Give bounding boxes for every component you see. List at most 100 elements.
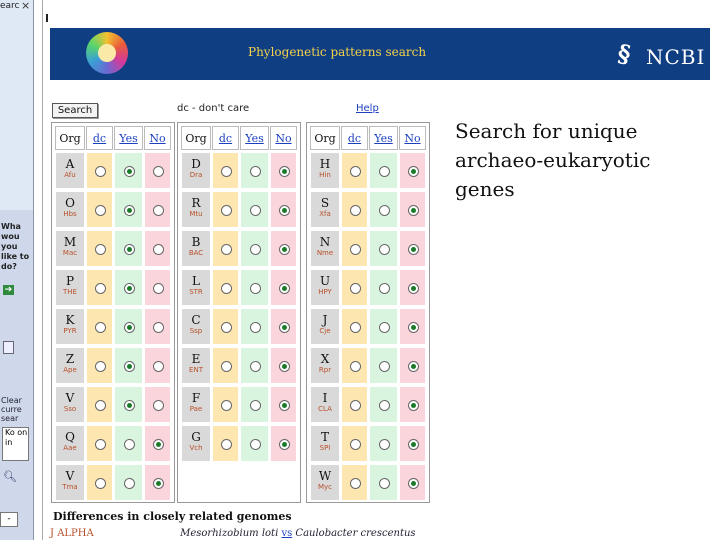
yes-radio[interactable] bbox=[249, 360, 261, 372]
dc-radio[interactable] bbox=[349, 243, 361, 255]
no-radio[interactable] bbox=[278, 321, 290, 333]
dc-radio[interactable] bbox=[349, 438, 361, 450]
yes-radio[interactable] bbox=[249, 282, 261, 294]
header-dc[interactable]: dc bbox=[212, 126, 239, 150]
dc-radio[interactable] bbox=[349, 360, 361, 372]
vs-link[interactable]: vs bbox=[281, 528, 292, 539]
no-radio[interactable] bbox=[152, 204, 164, 216]
yes-radio[interactable] bbox=[378, 438, 390, 450]
dc-radio[interactable] bbox=[220, 243, 232, 255]
close-icon[interactable]: × bbox=[21, 0, 30, 12]
yes-radio[interactable] bbox=[123, 165, 135, 177]
yes-radio[interactable] bbox=[378, 204, 390, 216]
search-icon[interactable]: 🔍︎ bbox=[3, 470, 17, 483]
no-radio[interactable] bbox=[407, 282, 419, 294]
no-radio[interactable] bbox=[152, 165, 164, 177]
organism-abbr: Myc bbox=[317, 483, 333, 491]
no-radio[interactable] bbox=[152, 282, 164, 294]
header-dc[interactable]: dc bbox=[86, 126, 113, 150]
header-yes[interactable]: Yes bbox=[114, 126, 143, 150]
yes-radio[interactable] bbox=[249, 204, 261, 216]
header-no[interactable]: No bbox=[144, 126, 171, 150]
yes-radio[interactable] bbox=[249, 243, 261, 255]
no-radio[interactable] bbox=[152, 477, 164, 489]
dc-radio[interactable] bbox=[220, 321, 232, 333]
dc-radio[interactable] bbox=[220, 204, 232, 216]
yes-radio[interactable] bbox=[378, 477, 390, 489]
dc-radio[interactable] bbox=[94, 438, 106, 450]
dc-radio[interactable] bbox=[94, 399, 106, 411]
no-radio[interactable] bbox=[407, 243, 419, 255]
yes-radio[interactable] bbox=[123, 243, 135, 255]
no-radio[interactable] bbox=[152, 399, 164, 411]
header-yes[interactable]: Yes bbox=[240, 126, 269, 150]
yes-radio[interactable] bbox=[123, 360, 135, 372]
yes-radio[interactable] bbox=[123, 438, 135, 450]
dc-radio[interactable] bbox=[349, 399, 361, 411]
document-icon[interactable] bbox=[3, 341, 14, 354]
dc-radio[interactable] bbox=[220, 165, 232, 177]
dc-radio[interactable] bbox=[349, 477, 361, 489]
yes-radio[interactable] bbox=[123, 282, 135, 294]
dc-radio[interactable] bbox=[94, 243, 106, 255]
go-arrow-icon[interactable]: ➔ bbox=[3, 285, 14, 295]
no-radio[interactable] bbox=[152, 243, 164, 255]
organism-code: X bbox=[320, 352, 330, 366]
dc-radio[interactable] bbox=[349, 165, 361, 177]
yes-radio[interactable] bbox=[249, 438, 261, 450]
no-radio[interactable] bbox=[407, 477, 419, 489]
yes-radio[interactable] bbox=[378, 165, 390, 177]
dc-radio[interactable] bbox=[220, 360, 232, 372]
help-link[interactable]: Help bbox=[356, 103, 379, 114]
no-radio[interactable] bbox=[278, 243, 290, 255]
dc-radio[interactable] bbox=[220, 438, 232, 450]
header-yes[interactable]: Yes bbox=[369, 126, 398, 150]
no-radio[interactable] bbox=[278, 399, 290, 411]
dc-radio[interactable] bbox=[94, 477, 106, 489]
side-panel-textbox[interactable]: Ko on in bbox=[2, 427, 29, 461]
no-radio[interactable] bbox=[407, 204, 419, 216]
ncbi-logo-text[interactable]: NCBI bbox=[646, 45, 705, 69]
no-radio[interactable] bbox=[152, 438, 164, 450]
clear-search-link[interactable]: Clear curre sear bbox=[1, 396, 32, 423]
no-radio[interactable] bbox=[407, 360, 419, 372]
dc-radio[interactable] bbox=[94, 165, 106, 177]
yes-radio[interactable] bbox=[123, 399, 135, 411]
dc-radio[interactable] bbox=[94, 282, 106, 294]
side-panel-bottom-field[interactable]: - bbox=[0, 512, 18, 527]
yes-radio[interactable] bbox=[249, 399, 261, 411]
yes-radio[interactable] bbox=[378, 399, 390, 411]
dc-radio[interactable] bbox=[349, 321, 361, 333]
no-radio[interactable] bbox=[278, 165, 290, 177]
no-radio[interactable] bbox=[407, 321, 419, 333]
yes-radio[interactable] bbox=[378, 321, 390, 333]
yes-radio[interactable] bbox=[249, 321, 261, 333]
no-radio[interactable] bbox=[407, 165, 419, 177]
dc-radio[interactable] bbox=[220, 399, 232, 411]
dc-radio[interactable] bbox=[349, 282, 361, 294]
dc-radio[interactable] bbox=[94, 360, 106, 372]
no-radio[interactable] bbox=[278, 438, 290, 450]
yes-radio[interactable] bbox=[378, 360, 390, 372]
no-radio[interactable] bbox=[278, 282, 290, 294]
dc-radio[interactable] bbox=[349, 204, 361, 216]
header-no[interactable]: No bbox=[270, 126, 297, 150]
search-button[interactable]: Search bbox=[52, 103, 98, 118]
header-no[interactable]: No bbox=[399, 126, 426, 150]
no-radio[interactable] bbox=[152, 321, 164, 333]
yes-radio[interactable] bbox=[123, 204, 135, 216]
no-radio[interactable] bbox=[407, 399, 419, 411]
yes-radio[interactable] bbox=[249, 165, 261, 177]
no-radio[interactable] bbox=[278, 360, 290, 372]
dc-radio[interactable] bbox=[94, 204, 106, 216]
yes-radio[interactable] bbox=[378, 282, 390, 294]
dc-radio[interactable] bbox=[94, 321, 106, 333]
no-radio[interactable] bbox=[278, 204, 290, 216]
no-radio[interactable] bbox=[152, 360, 164, 372]
no-radio[interactable] bbox=[407, 438, 419, 450]
yes-radio[interactable] bbox=[123, 321, 135, 333]
dc-radio[interactable] bbox=[220, 282, 232, 294]
yes-radio[interactable] bbox=[123, 477, 135, 489]
header-dc[interactable]: dc bbox=[341, 126, 368, 150]
yes-radio[interactable] bbox=[378, 243, 390, 255]
